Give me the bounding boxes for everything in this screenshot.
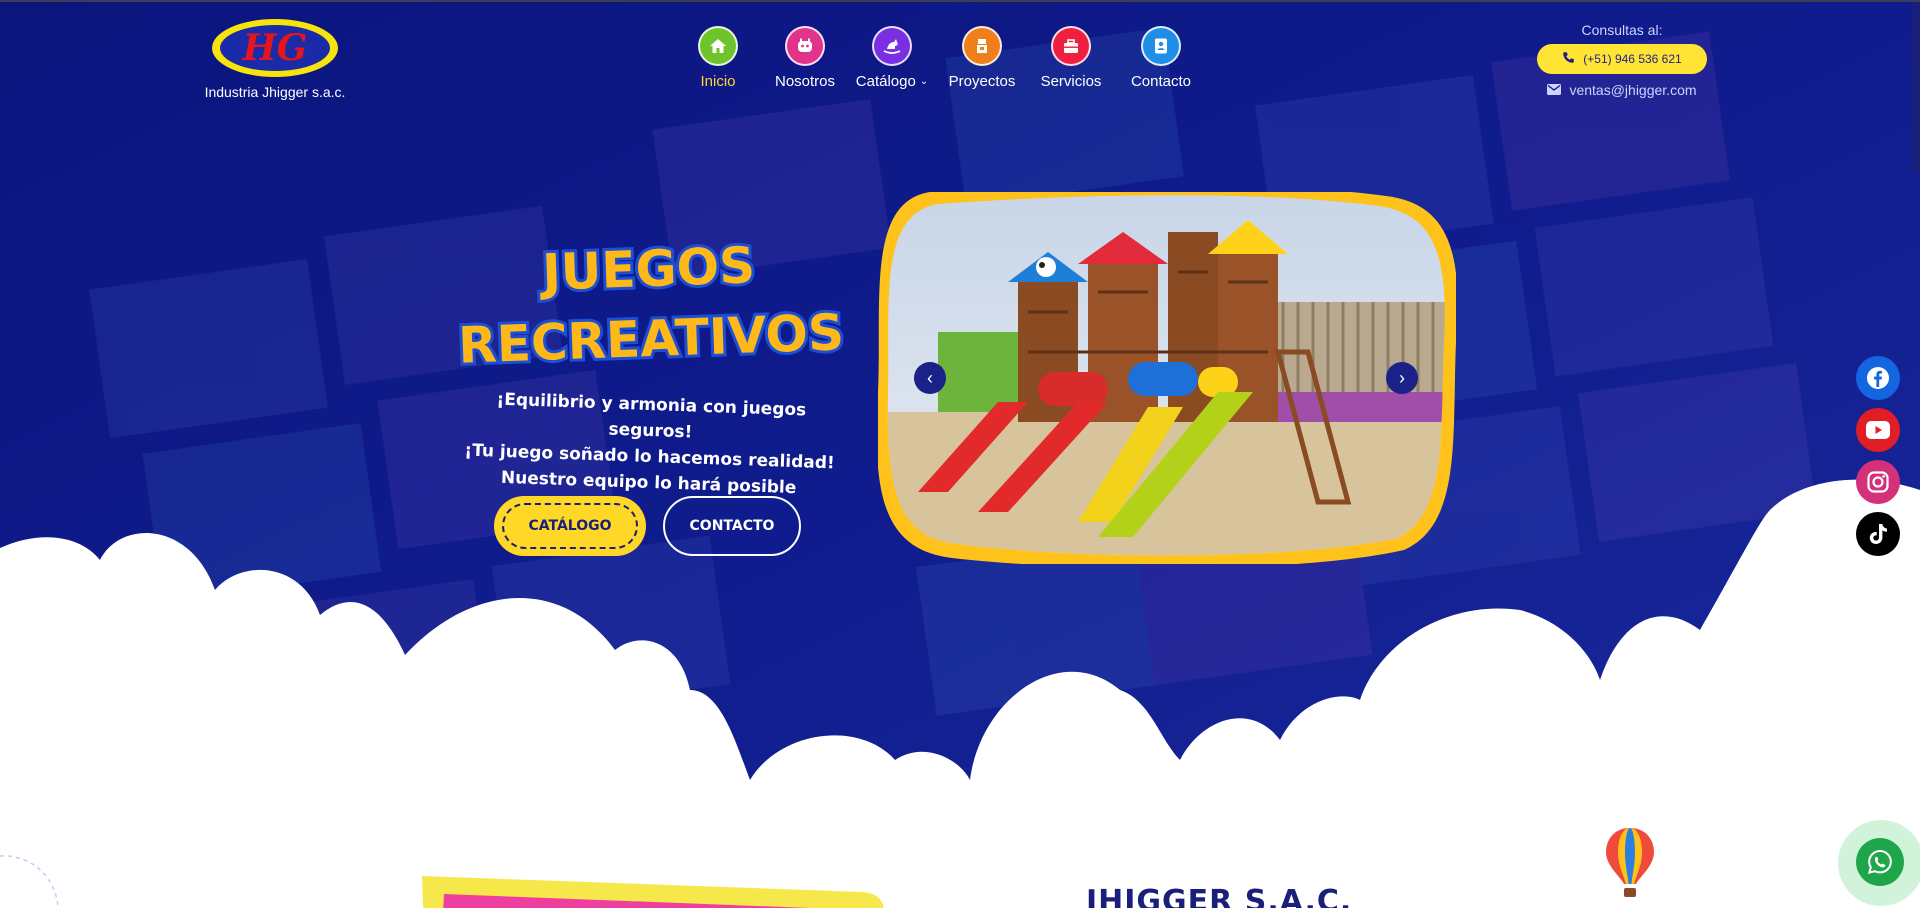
mail-icon: [1547, 82, 1562, 98]
phone-button[interactable]: (+51) 946 536 621: [1537, 44, 1707, 74]
hero-title-line1: JUEGOS: [538, 238, 756, 302]
contact-card-icon: [1141, 26, 1181, 66]
hero-title: JUEGOS RECREATIVOS: [440, 238, 860, 378]
decorative-dashed-arc: [0, 855, 59, 908]
hero-tagline: ¡Equilibrio y armonia con juegos seguros…: [453, 385, 846, 503]
slide-icon: [962, 26, 1002, 66]
facebook-button[interactable]: [1856, 356, 1900, 400]
company-name: Industria Jhigger s.a.c.: [204, 84, 346, 100]
email-link[interactable]: ventas@jhigger.com: [1536, 82, 1708, 98]
nav-item-nosotros[interactable]: Nosotros: [770, 26, 840, 90]
playground-photo: [878, 192, 1456, 564]
nav-item-contacto[interactable]: Contacto: [1126, 26, 1196, 90]
nav-item-inicio[interactable]: Inicio: [690, 26, 746, 90]
nav-label-servicios: Servicios: [1040, 73, 1102, 90]
home-icon: [698, 26, 738, 66]
youtube-icon: [1866, 421, 1890, 439]
chevron-left-icon: ‹: [927, 367, 933, 388]
hot-air-balloon-icon: [1606, 828, 1654, 897]
nav-label-proyectos: Proyectos: [948, 73, 1016, 90]
instagram-button[interactable]: [1856, 460, 1900, 504]
facebook-icon: [1867, 367, 1889, 389]
email-address: ventas@jhigger.com: [1569, 82, 1697, 98]
logo-letters: HG: [242, 27, 308, 69]
about-image-frame: [422, 876, 884, 908]
rocking-horse-icon: [872, 26, 912, 66]
slider-prev-button[interactable]: ‹: [914, 362, 946, 394]
tiktok-icon: [1869, 524, 1887, 544]
catalog-button-label: CATÁLOGO: [502, 503, 638, 549]
tiktok-button[interactable]: [1856, 512, 1900, 556]
nav-item-catalogo[interactable]: Catálogo ⌄: [852, 26, 932, 90]
nav-item-servicios[interactable]: Servicios: [1036, 26, 1106, 90]
nav-label-catalogo-text: Catálogo: [855, 73, 916, 90]
about-heading: JHIGGER S.A.C.: [1086, 884, 1353, 908]
nav-label-inicio: Inicio: [700, 73, 736, 90]
robot-face-icon: [785, 26, 825, 66]
logo-emblem: HG: [212, 19, 338, 77]
chevron-right-icon: ›: [1399, 367, 1405, 388]
main-nav: Inicio Nosotros Catálogo ⌄ Proyectos Serv…: [690, 26, 1196, 90]
phone-number: (+51) 946 536 621: [1583, 52, 1682, 66]
whatsapp-button[interactable]: [1856, 838, 1904, 886]
hero-slider: ‹ ›: [878, 192, 1456, 564]
nav-label-nosotros: Nosotros: [774, 73, 836, 90]
contact-button[interactable]: CONTACTO: [663, 496, 801, 556]
catalog-button[interactable]: CATÁLOGO: [494, 496, 646, 556]
chevron-down-icon: ⌄: [919, 76, 929, 87]
header-contact: Consultas al: (+51) 946 536 621 ventas@j…: [1536, 22, 1708, 98]
browser-top-line: [0, 0, 1920, 2]
hero-title-line2: RECREATIVOS: [457, 303, 845, 374]
whatsapp-icon: [1868, 849, 1892, 874]
phone-icon: [1562, 51, 1575, 67]
nav-item-proyectos[interactable]: Proyectos: [944, 26, 1020, 90]
contact-title: Consultas al:: [1581, 22, 1663, 38]
scrollbar-thumb[interactable]: [1912, 0, 1920, 172]
toolbox-icon: [1051, 26, 1091, 66]
hero-section: HG Industria Jhigger s.a.c. Inicio Nosot…: [0, 0, 1920, 908]
nav-label-contacto: Contacto: [1130, 73, 1192, 90]
company-logo[interactable]: HG Industria Jhigger s.a.c.: [200, 16, 350, 100]
youtube-button[interactable]: [1856, 408, 1900, 452]
instagram-icon: [1867, 471, 1889, 493]
nav-label-catalogo: Catálogo ⌄: [856, 73, 928, 90]
slider-next-button[interactable]: ›: [1386, 362, 1418, 394]
